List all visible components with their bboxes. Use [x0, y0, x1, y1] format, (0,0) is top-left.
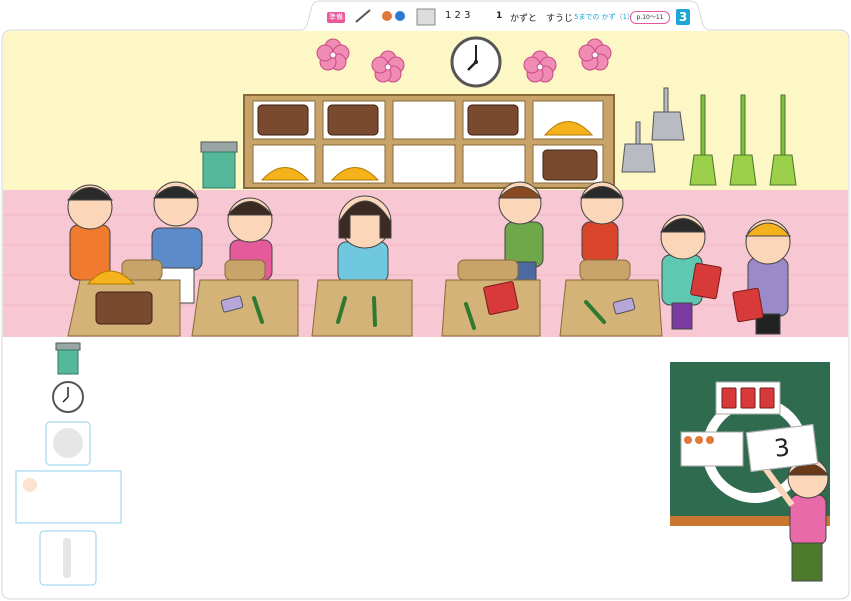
pages-reference: p.10～11	[630, 11, 670, 24]
book-icon	[721, 387, 775, 409]
number-card: 3	[745, 424, 819, 472]
blue-dot	[395, 11, 405, 21]
chapter-title: かずと すうじ	[510, 14, 574, 24]
trash-can-icon	[200, 141, 238, 189]
numbers-icon: 1 2 3	[445, 10, 471, 21]
classroom-page	[1, 0, 850, 600]
trash-can-icon	[55, 342, 81, 375]
preparation-badge: 準備	[327, 12, 345, 23]
clock-icon	[450, 36, 502, 88]
orange-dot	[382, 11, 392, 21]
book-icon	[95, 291, 153, 325]
clock-icon	[52, 381, 84, 413]
chapter-number: 1	[496, 11, 503, 21]
lesson-number-badge: 3	[676, 9, 690, 25]
cubby-shelf	[243, 94, 615, 189]
book-icon	[416, 8, 436, 26]
section-title: 5までの かず（1）	[574, 13, 635, 21]
desks	[67, 279, 663, 337]
textbook-icon	[483, 281, 519, 315]
